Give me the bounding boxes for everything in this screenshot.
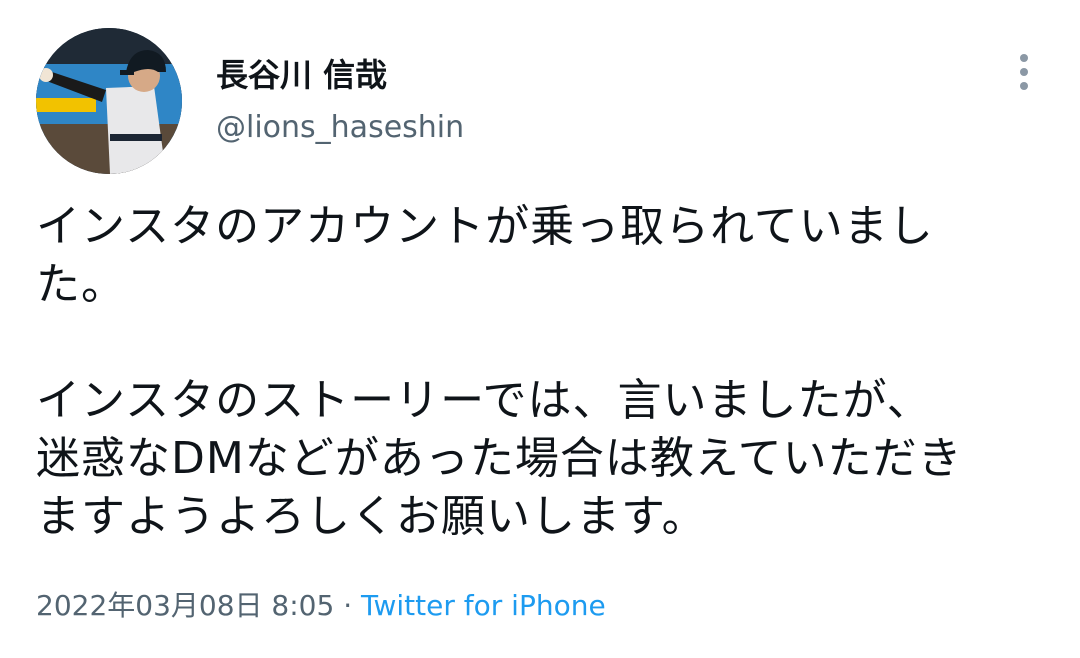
tweet-line: た。 bbox=[36, 259, 126, 310]
tweet-text: インスタのアカウントが乗っ取られていまし た。 インスタのストーリーでは、言いま… bbox=[36, 198, 1046, 546]
tweet-line: インスタのアカウントが乗っ取られていまし bbox=[36, 201, 934, 252]
meta-separator: · bbox=[343, 589, 353, 622]
avatar-photo bbox=[36, 28, 182, 174]
author-handle[interactable]: @lions_haseshin bbox=[216, 109, 464, 147]
tweet-line: インスタのストーリーでは、言いましたが、 bbox=[36, 375, 932, 426]
tweet-meta: 2022年03月08日 8:05 · Twitter for iPhone bbox=[36, 587, 606, 625]
author-display-name[interactable]: 長谷川 信哉 bbox=[216, 55, 387, 95]
more-vertical-icon[interactable] bbox=[1008, 52, 1040, 92]
avatar[interactable] bbox=[36, 28, 182, 174]
source-link[interactable]: Twitter for iPhone bbox=[361, 589, 606, 622]
tweet-line: 迷惑なDMなどがあった場合は教えていただき bbox=[36, 433, 963, 484]
tweet-line: ますようよろしくお願いします。 bbox=[36, 491, 707, 542]
tweet-card: 長谷川 信哉 @lions_haseshin インスタのアカウントが乗っ取られて… bbox=[0, 0, 1080, 658]
timestamp[interactable]: 2022年03月08日 8:05 bbox=[36, 589, 334, 622]
